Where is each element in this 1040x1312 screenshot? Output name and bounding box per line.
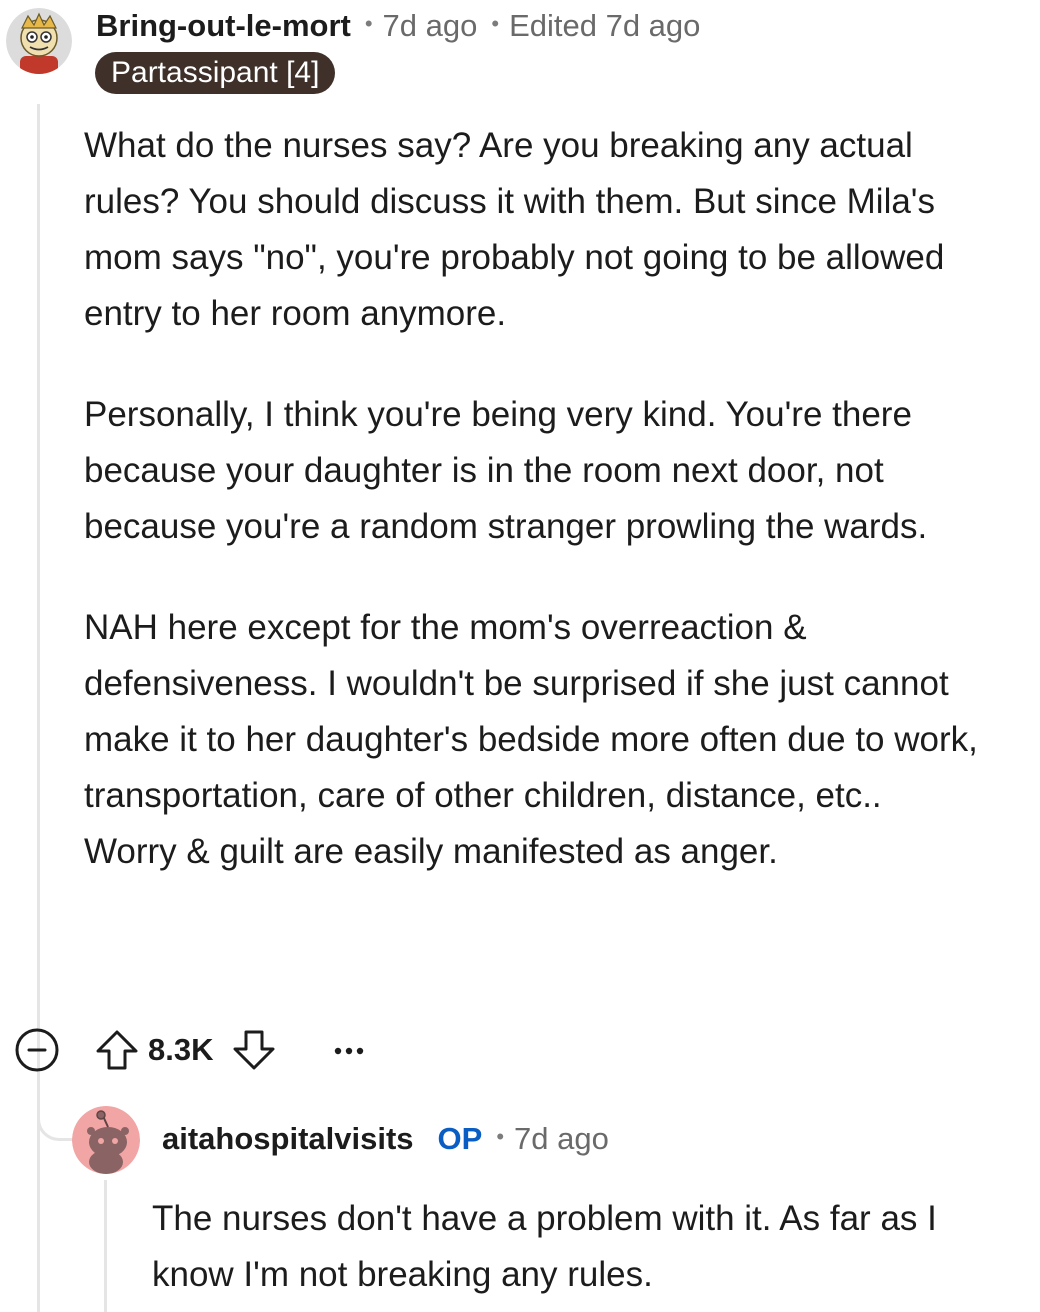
comment-paragraph: Personally, I think you're being very ki… xyxy=(84,395,928,546)
reply-body: The nurses don't have a problem with it.… xyxy=(152,1199,937,1294)
reply-thread-line[interactable] xyxy=(104,1180,107,1312)
comment-body: What do the nurses say? Are you breaking… xyxy=(84,118,984,925)
collapse-button[interactable] xyxy=(14,1027,60,1073)
separator-dot: • xyxy=(491,11,500,36)
reply-header: aitahospitalvisits OP • 7d ago xyxy=(162,1117,609,1161)
comment-edited-label: Edited 7d ago xyxy=(509,8,701,43)
user-avatar[interactable] xyxy=(6,8,72,74)
comment-username[interactable]: Bring-out-le-mort xyxy=(96,8,351,44)
snoo-avatar-icon xyxy=(72,1106,140,1174)
comment-header: Bring-out-le-mort • 7d ago • Edited 7d a… xyxy=(96,4,700,48)
comment-actions: 8.3K xyxy=(14,1024,369,1076)
arrow-down-icon xyxy=(233,1030,275,1070)
separator-dot: • xyxy=(496,1124,505,1149)
reply-username[interactable]: aitahospitalvisits xyxy=(162,1121,414,1157)
comment-timestamp: 7d ago xyxy=(382,8,478,43)
reply-timestamp: 7d ago xyxy=(514,1121,609,1156)
arrow-up-icon xyxy=(96,1030,138,1070)
user-flair: Partassipant [4] xyxy=(95,52,336,94)
comment-paragraph: NAH here except for the mom's overreacti… xyxy=(84,608,978,871)
downvote-button[interactable] xyxy=(231,1027,277,1073)
separator-dot: • xyxy=(364,11,373,36)
more-options-button[interactable] xyxy=(329,1030,369,1070)
cartoon-avatar-icon xyxy=(6,8,72,74)
upvote-button[interactable] xyxy=(94,1027,140,1073)
more-horizontal-icon xyxy=(335,1047,364,1055)
reply-avatar[interactable] xyxy=(72,1106,140,1174)
comment-paragraph: What do the nurses say? Are you breaking… xyxy=(84,126,945,333)
minus-circle-icon xyxy=(15,1028,59,1072)
op-badge: OP xyxy=(437,1121,483,1156)
vote-score: 8.3K xyxy=(148,1032,214,1067)
